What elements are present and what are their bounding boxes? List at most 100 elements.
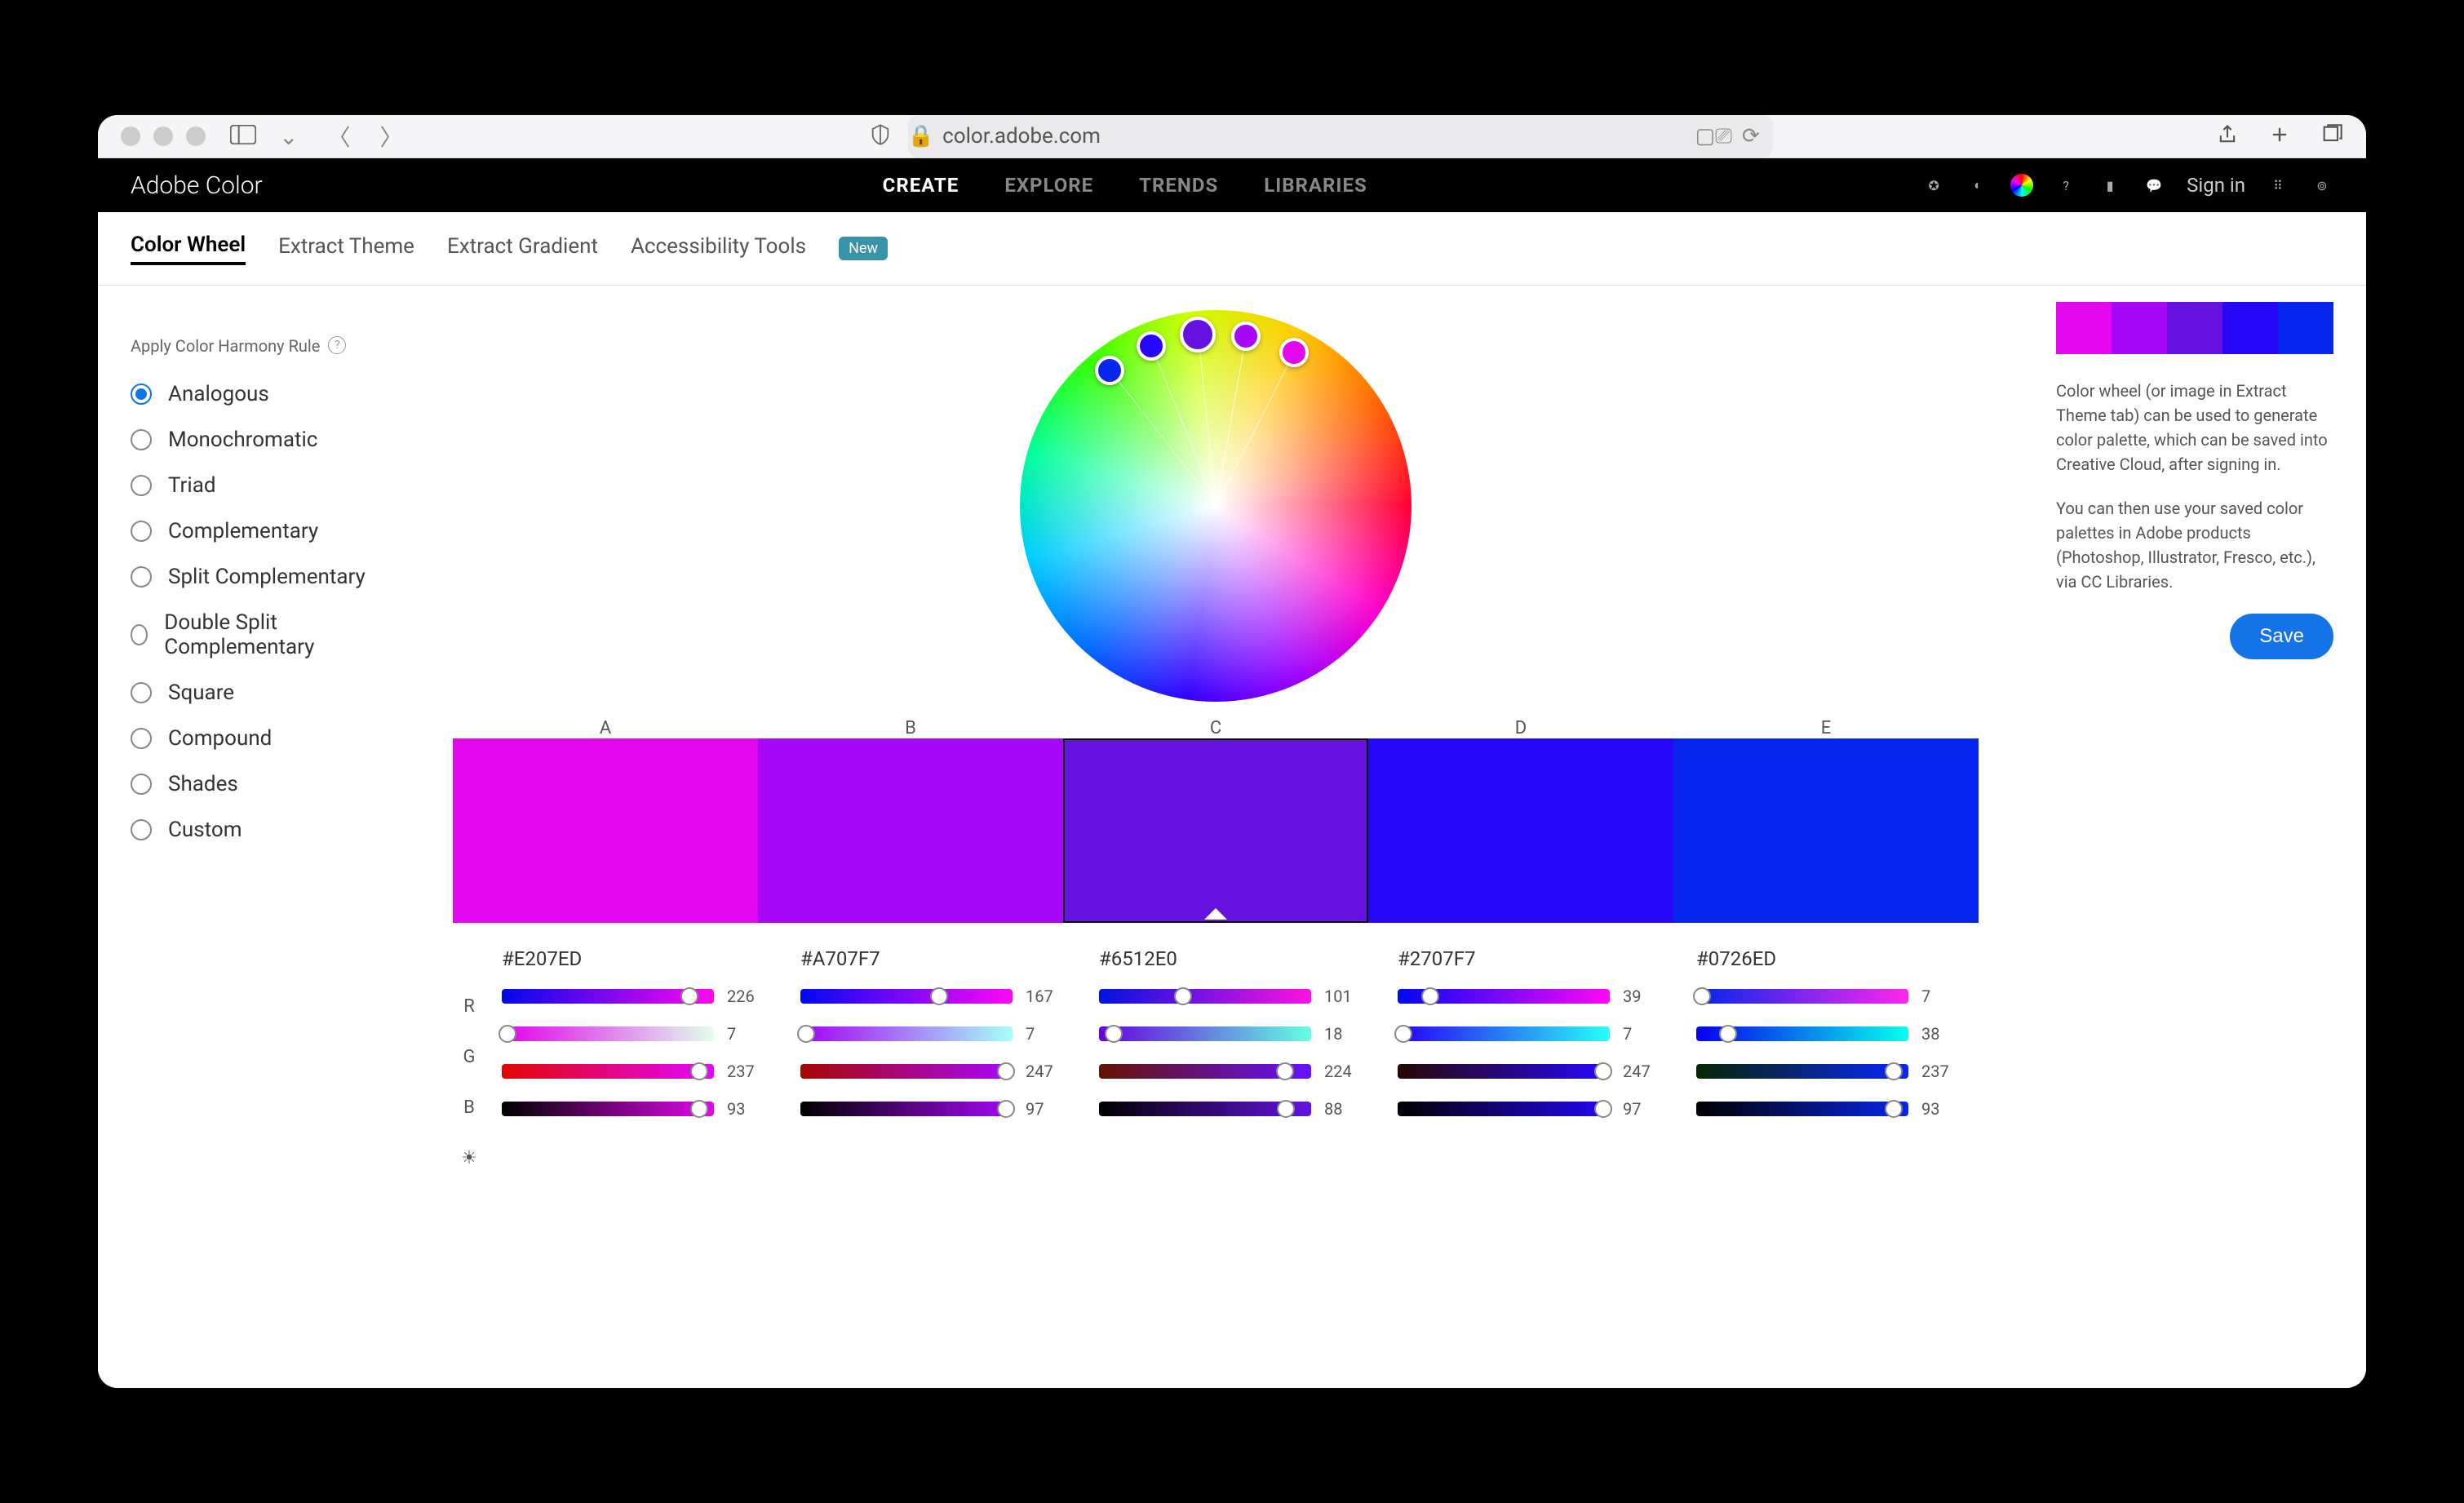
slider-track[interactable] [800, 1102, 1013, 1116]
save-button[interactable]: Save [2230, 614, 2333, 659]
slider-track[interactable] [1099, 1102, 1311, 1116]
slider-value[interactable]: 93 [1921, 1099, 1962, 1119]
star-icon[interactable]: ✪ [1922, 174, 1945, 197]
slider-value[interactable]: 101 [1324, 986, 1365, 1006]
new-tab-icon[interactable] [2268, 123, 2291, 149]
slider-thumb[interactable] [1719, 1025, 1737, 1043]
slider-thumb[interactable] [690, 1100, 708, 1118]
privacy-shield-icon[interactable] [869, 123, 892, 149]
slider-thumb[interactable] [1421, 987, 1439, 1005]
slider-track[interactable] [1099, 1026, 1311, 1041]
harmony-rule-double-split-complementary[interactable]: Double Split Complementary [131, 610, 375, 659]
tab-dropdown-icon[interactable]: ⌄ [273, 123, 304, 150]
slider-thumb[interactable] [1277, 1100, 1295, 1118]
contrast-icon[interactable]: ◐ [1966, 174, 1989, 197]
hex-value[interactable]: #6512E0 [1099, 947, 1365, 970]
slider-track[interactable] [800, 1026, 1013, 1041]
slider-track[interactable] [1696, 1064, 1908, 1079]
slider-value[interactable]: 7 [1026, 1024, 1066, 1044]
slider-track[interactable] [1398, 1064, 1610, 1079]
address-bar[interactable]: 🔒 color.adobe.com ▢⎚ ⟳ [908, 115, 1773, 157]
help-icon[interactable]: ? [2054, 174, 2077, 197]
swatch-e[interactable] [1673, 738, 1979, 923]
subnav-color-wheel[interactable]: Color Wheel [131, 233, 246, 265]
slider-track[interactable] [1696, 989, 1908, 1004]
sidebar-toggle-icon[interactable] [230, 125, 256, 148]
harmony-rule-complementary[interactable]: Complementary [131, 519, 375, 543]
sign-in-link[interactable]: Sign in [2187, 174, 2245, 197]
share-icon[interactable] [2216, 123, 2239, 149]
slider-thumb[interactable] [1594, 1100, 1612, 1118]
hex-value[interactable]: #A707F7 [800, 947, 1066, 970]
nav-explore[interactable]: EXPLORE [1004, 174, 1093, 197]
minimize-window-icon[interactable] [153, 126, 173, 146]
subnav-extract-theme[interactable]: Extract Theme [278, 234, 414, 264]
slider-thumb[interactable] [680, 987, 698, 1005]
wheel-handle-d[interactable] [1137, 331, 1166, 361]
slider-value[interactable]: 226 [727, 986, 768, 1006]
slider-thumb[interactable] [1105, 1025, 1123, 1043]
slider-track[interactable] [800, 989, 1013, 1004]
announce-icon[interactable]: ▮ [2098, 174, 2121, 197]
slider-value[interactable]: 97 [1026, 1099, 1066, 1119]
slider-thumb[interactable] [1693, 987, 1711, 1005]
harmony-rule-analogous[interactable]: Analogous [131, 382, 375, 406]
close-window-icon[interactable] [121, 126, 140, 146]
slider-thumb[interactable] [1394, 1025, 1412, 1043]
slider-value[interactable]: 7 [727, 1024, 768, 1044]
slider-value[interactable]: 237 [1921, 1062, 1962, 1081]
swatch-b[interactable] [758, 738, 1063, 923]
slider-thumb[interactable] [1276, 1062, 1294, 1080]
forward-button[interactable]: 〉 [373, 120, 409, 153]
apps-grid-icon[interactable]: ⠿ [2267, 174, 2289, 197]
swatch-d[interactable] [1368, 738, 1673, 923]
tabs-overview-icon[interactable] [2320, 123, 2343, 149]
harmony-rule-split-complementary[interactable]: Split Complementary [131, 565, 375, 589]
slider-track[interactable] [502, 989, 714, 1004]
slider-thumb[interactable] [1885, 1100, 1903, 1118]
slider-thumb[interactable] [997, 1100, 1015, 1118]
slider-track[interactable] [800, 1064, 1013, 1079]
slider-thumb[interactable] [1885, 1062, 1903, 1080]
slider-value[interactable]: 167 [1026, 986, 1066, 1006]
slider-value[interactable]: 247 [1623, 1062, 1664, 1081]
slider-value[interactable]: 97 [1623, 1099, 1664, 1119]
harmony-rule-shades[interactable]: Shades [131, 772, 375, 796]
subnav-accessibility[interactable]: Accessibility Tools [631, 234, 806, 264]
slider-value[interactable]: 224 [1324, 1062, 1365, 1081]
slider-value[interactable]: 39 [1623, 986, 1664, 1006]
wheel-handle-e[interactable] [1095, 356, 1124, 385]
slider-track[interactable] [1696, 1026, 1908, 1041]
slider-value[interactable]: 38 [1921, 1024, 1962, 1044]
harmony-rule-compound[interactable]: Compound [131, 726, 375, 751]
slider-track[interactable] [1398, 1026, 1610, 1041]
subnav-extract-gradient[interactable]: Extract Gradient [447, 234, 598, 264]
swatch-a[interactable] [453, 738, 758, 923]
slider-track[interactable] [1099, 989, 1311, 1004]
slider-track[interactable] [1099, 1064, 1311, 1079]
nav-create[interactable]: CREATE [883, 174, 959, 197]
slider-value[interactable]: 7 [1921, 986, 1962, 1006]
slider-track[interactable] [1398, 1102, 1610, 1116]
slider-value[interactable]: 93 [727, 1099, 768, 1119]
translate-icon[interactable]: ▢⎚ [1695, 124, 1732, 149]
hex-value[interactable]: #0726ED [1696, 947, 1962, 970]
harmony-rule-triad[interactable]: Triad [131, 473, 375, 498]
slider-value[interactable]: 18 [1324, 1024, 1365, 1044]
slider-value[interactable]: 237 [727, 1062, 768, 1081]
slider-track[interactable] [502, 1064, 714, 1079]
maximize-window-icon[interactable] [186, 126, 206, 146]
hex-value[interactable]: #E207ED [502, 947, 768, 970]
slider-thumb[interactable] [997, 1062, 1015, 1080]
slider-thumb[interactable] [930, 987, 948, 1005]
slider-track[interactable] [502, 1102, 714, 1116]
reload-icon[interactable]: ⟳ [1742, 124, 1760, 149]
wheel-handle-b[interactable] [1231, 321, 1261, 351]
back-button[interactable]: 〈 [321, 120, 357, 153]
slider-thumb[interactable] [1594, 1062, 1612, 1080]
harmony-rule-custom[interactable]: Custom [131, 818, 375, 842]
slider-value[interactable]: 247 [1026, 1062, 1066, 1081]
slider-thumb[interactable] [499, 1025, 516, 1043]
slider-value[interactable]: 88 [1324, 1099, 1365, 1119]
slider-value[interactable]: 7 [1623, 1024, 1664, 1044]
